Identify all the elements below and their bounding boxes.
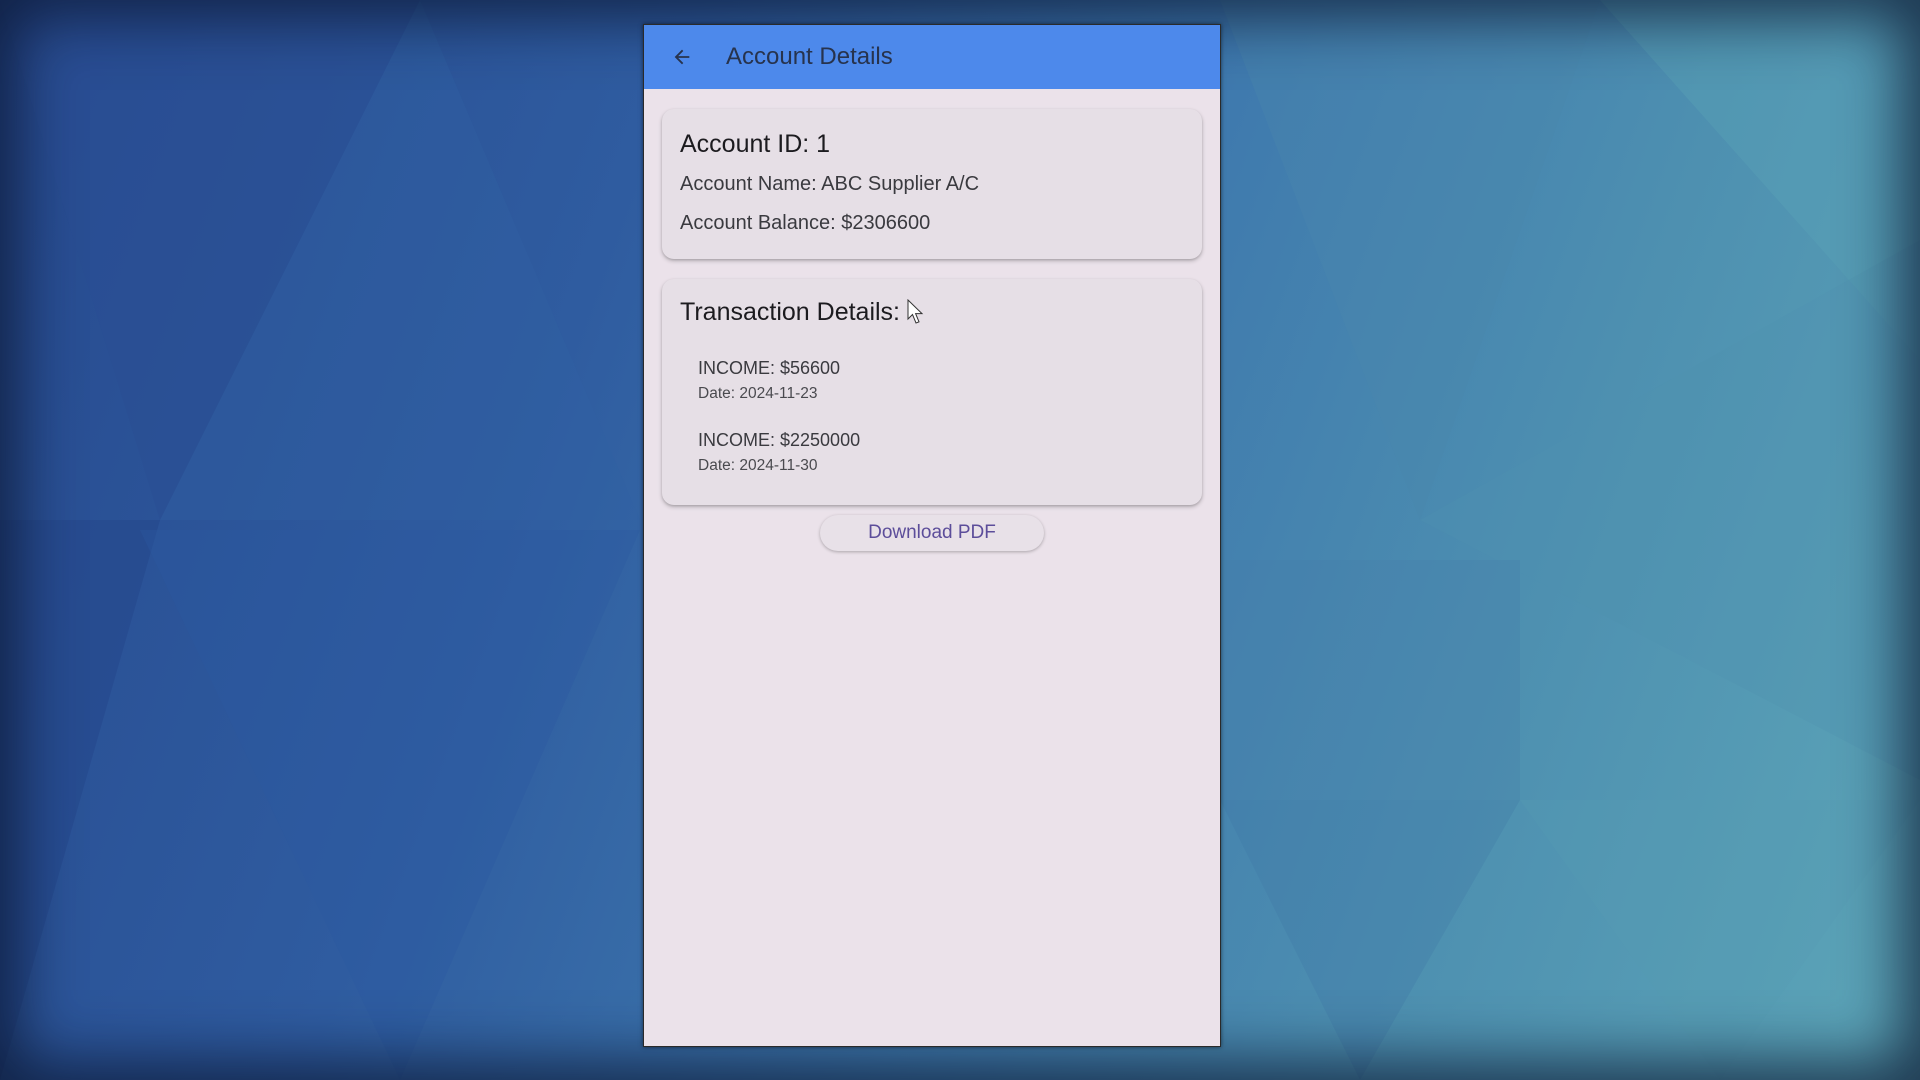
transaction-item: INCOME: $2250000 Date: 2024-11-30 xyxy=(680,429,1184,477)
app-window: Account Details Account ID: 1 Account Na… xyxy=(643,24,1221,1047)
transaction-date: Date: 2024-11-30 xyxy=(698,456,818,474)
transactions-card: Transaction Details: INCOME: $56600 Date… xyxy=(662,279,1202,505)
transaction-item: INCOME: $56600 Date: 2024-11-23 xyxy=(680,357,1184,405)
transaction-date: Date: 2024-11-23 xyxy=(698,385,818,403)
transaction-amount: INCOME: $56600 xyxy=(698,358,841,378)
app-bar: Account Details xyxy=(644,25,1220,89)
transactions-heading: Transaction Details: xyxy=(680,298,900,326)
back-button[interactable] xyxy=(662,37,702,77)
account-name: Account Name: ABC Supplier A/C xyxy=(680,173,980,195)
main-content: Account ID: 1 Account Name: ABC Supplier… xyxy=(644,89,1220,551)
download-pdf-button[interactable]: Download PDF xyxy=(820,515,1044,551)
transaction-amount: INCOME: $2250000 xyxy=(698,429,861,450)
account-balance: Account Balance: $2306600 xyxy=(680,212,931,234)
account-id: Account ID: 1 xyxy=(680,130,831,158)
page-title: Account Details xyxy=(726,43,893,70)
actions-row: Download PDF xyxy=(662,515,1202,551)
account-card: Account ID: 1 Account Name: ABC Supplier… xyxy=(662,109,1202,259)
arrow-left-icon xyxy=(674,49,690,65)
